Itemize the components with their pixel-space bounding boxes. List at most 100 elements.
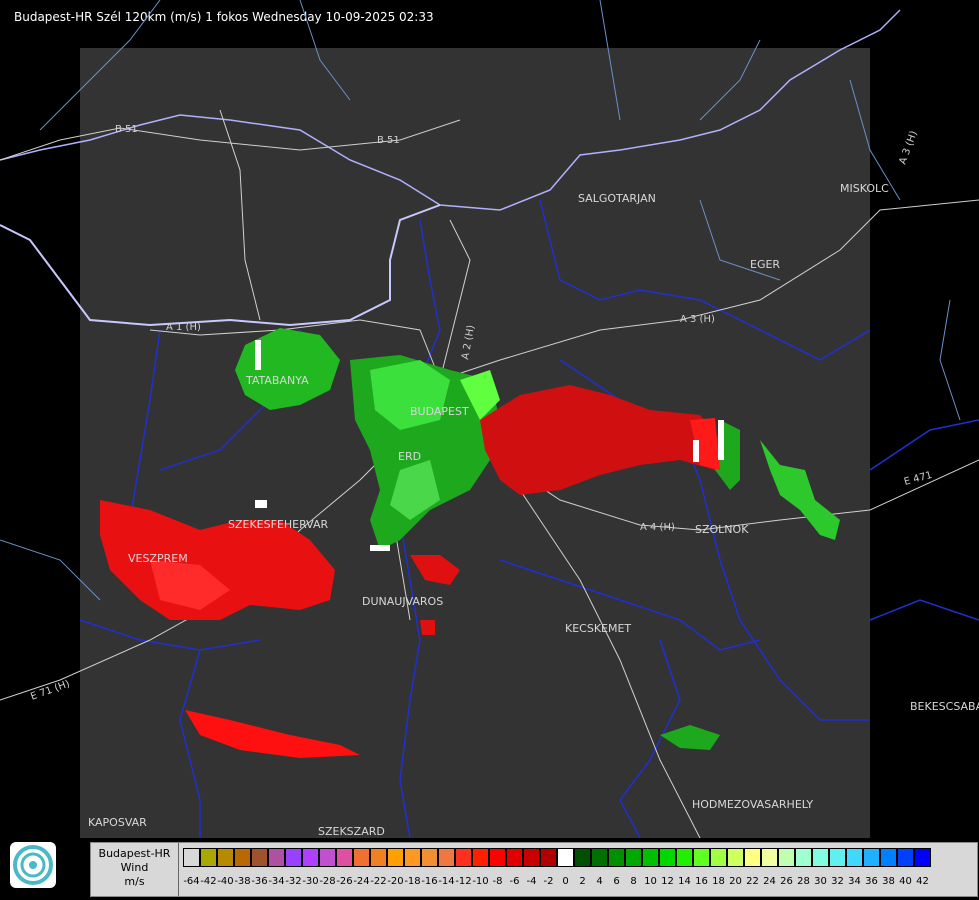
legend-swatch — [302, 848, 319, 867]
legend-tick: -42 — [200, 876, 217, 887]
legend-tick: -38 — [234, 876, 251, 887]
city-label-kaposvar: KAPOSVAR — [88, 816, 147, 829]
city-label-veszprem: VESZPREM — [128, 552, 188, 565]
legend-swatch — [234, 848, 251, 867]
legend-swatch — [761, 848, 778, 867]
legend-tick: 6 — [613, 876, 620, 887]
legend-tick: 10 — [644, 876, 657, 887]
legend-swatch — [846, 848, 863, 867]
legend-swatch — [455, 848, 472, 867]
legend-swatch — [353, 848, 370, 867]
legend-tick: 20 — [729, 876, 742, 887]
road-label-e471: E 471 — [903, 470, 933, 488]
legend-swatch — [625, 848, 642, 867]
legend-tick: 18 — [712, 876, 725, 887]
legend-tick-labels: -64 -42 -40 -38 -36 -34 -32 -30 -28 -26 -24 -22 -20-… — [183, 876, 931, 887]
city-label-budapest: BUDAPEST — [410, 405, 469, 418]
legend-swatch — [489, 848, 506, 867]
legend-tick: 40 — [899, 876, 912, 887]
legend-swatch — [472, 848, 489, 867]
legend-tick: -4 — [526, 876, 537, 887]
legend-tick: -26 — [336, 876, 353, 887]
legend-swatch — [914, 848, 931, 867]
legend-tick: -12 — [455, 876, 472, 887]
city-label-tatabanya: TATABANYA — [245, 374, 309, 387]
legend-swatch — [268, 848, 285, 867]
road-label-a3: A 3 (H) — [680, 314, 715, 325]
legend-swatch — [251, 848, 268, 867]
legend-tick: 12 — [661, 876, 674, 887]
legend-swatch — [744, 848, 761, 867]
legend-swatches — [183, 848, 931, 870]
legend-swatch — [727, 848, 744, 867]
legend-tick: -24 — [353, 876, 370, 887]
color-legend: Budapest-HR Wind m/s -64 -42 -40 -38 -36 -34-… — [90, 842, 978, 897]
legend-tick: -14 — [438, 876, 455, 887]
legend-tick: 34 — [848, 876, 861, 887]
legend-swatch — [217, 848, 234, 867]
road-label-e71: E 71 (H) — [29, 679, 71, 703]
legend-tick: -10 — [472, 876, 489, 887]
legend-tick: 0 — [562, 876, 569, 887]
legend-swatch — [387, 848, 404, 867]
legend-swatch — [370, 848, 387, 867]
legend-swatch — [693, 848, 710, 867]
legend-swatch — [421, 848, 438, 867]
legend-tick: 38 — [882, 876, 895, 887]
legend-tick: 22 — [746, 876, 759, 887]
legend-unit: m/s — [124, 875, 145, 888]
legend-swatch — [829, 848, 846, 867]
legend-swatch — [336, 848, 353, 867]
legend-swatch — [557, 848, 574, 867]
legend-swatch — [897, 848, 914, 867]
legend-swatch — [812, 848, 829, 867]
city-label-szekszard: SZEKSZARD — [318, 825, 385, 838]
legend-tick: 2 — [579, 876, 586, 887]
met-service-logo — [10, 842, 56, 888]
legend-tick: -36 — [251, 876, 268, 887]
legend-tick: -16 — [421, 876, 438, 887]
legend-tick: -8 — [492, 876, 503, 887]
legend-tick: -64 — [183, 876, 200, 887]
legend-tick: 32 — [831, 876, 844, 887]
legend-radar-name: Budapest-HR — [98, 847, 171, 860]
radar-map[interactable]: B 51 B 51 A 1 (H) A 2 (H) A 3 (H) A 3 (H… — [0, 0, 979, 900]
legend-tick: -30 — [302, 876, 319, 887]
road-label-b51-west: B 51 — [115, 124, 138, 135]
legend-tick: 30 — [814, 876, 827, 887]
legend-swatch — [591, 848, 608, 867]
city-label-dunaujvaros: DUNAUJVAROS — [362, 595, 443, 608]
legend-tick: 16 — [695, 876, 708, 887]
legend-swatch — [319, 848, 336, 867]
road-label-a1: A 1 (H) — [166, 322, 201, 333]
city-label-kecskemet: KECSKEMET — [565, 622, 631, 635]
legend-swatch — [285, 848, 302, 867]
legend-swatch — [608, 848, 625, 867]
city-label-hodmezovasarhely: HODMEZOVASARHELY — [692, 798, 813, 811]
city-label-miskolc: MISKOLC — [840, 182, 889, 195]
legend-swatch — [676, 848, 693, 867]
legend-swatch — [642, 848, 659, 867]
legend-tick: 36 — [865, 876, 878, 887]
legend-swatch — [200, 848, 217, 867]
legend-tick: 24 — [763, 876, 776, 887]
city-label-szolnok: SZOLNOK — [695, 523, 749, 536]
legend-tick: -28 — [319, 876, 336, 887]
road-label-b51-east: B 51 — [377, 135, 400, 146]
swirl-icon — [13, 845, 53, 885]
legend-tick: 28 — [797, 876, 810, 887]
legend-tick: 42 — [916, 876, 929, 887]
legend-swatch — [880, 848, 897, 867]
legend-swatch — [404, 848, 421, 867]
road-label-a4: A 4 (H) — [640, 522, 675, 533]
legend-tick: -20 — [387, 876, 404, 887]
city-label-bekescsaba: BEKESCSABA — [910, 700, 979, 713]
road-label-a3-north: A 3 (H) — [897, 129, 919, 166]
city-label-salgotarjan: SALGOTARJAN — [578, 192, 656, 205]
legend-tick: -34 — [268, 876, 285, 887]
legend-tick: 14 — [678, 876, 691, 887]
legend-swatch — [523, 848, 540, 867]
city-label-szekesfehervar: SZEKESFEHERVAR — [228, 518, 329, 531]
legend-swatch — [795, 848, 812, 867]
legend-swatch — [183, 848, 200, 867]
